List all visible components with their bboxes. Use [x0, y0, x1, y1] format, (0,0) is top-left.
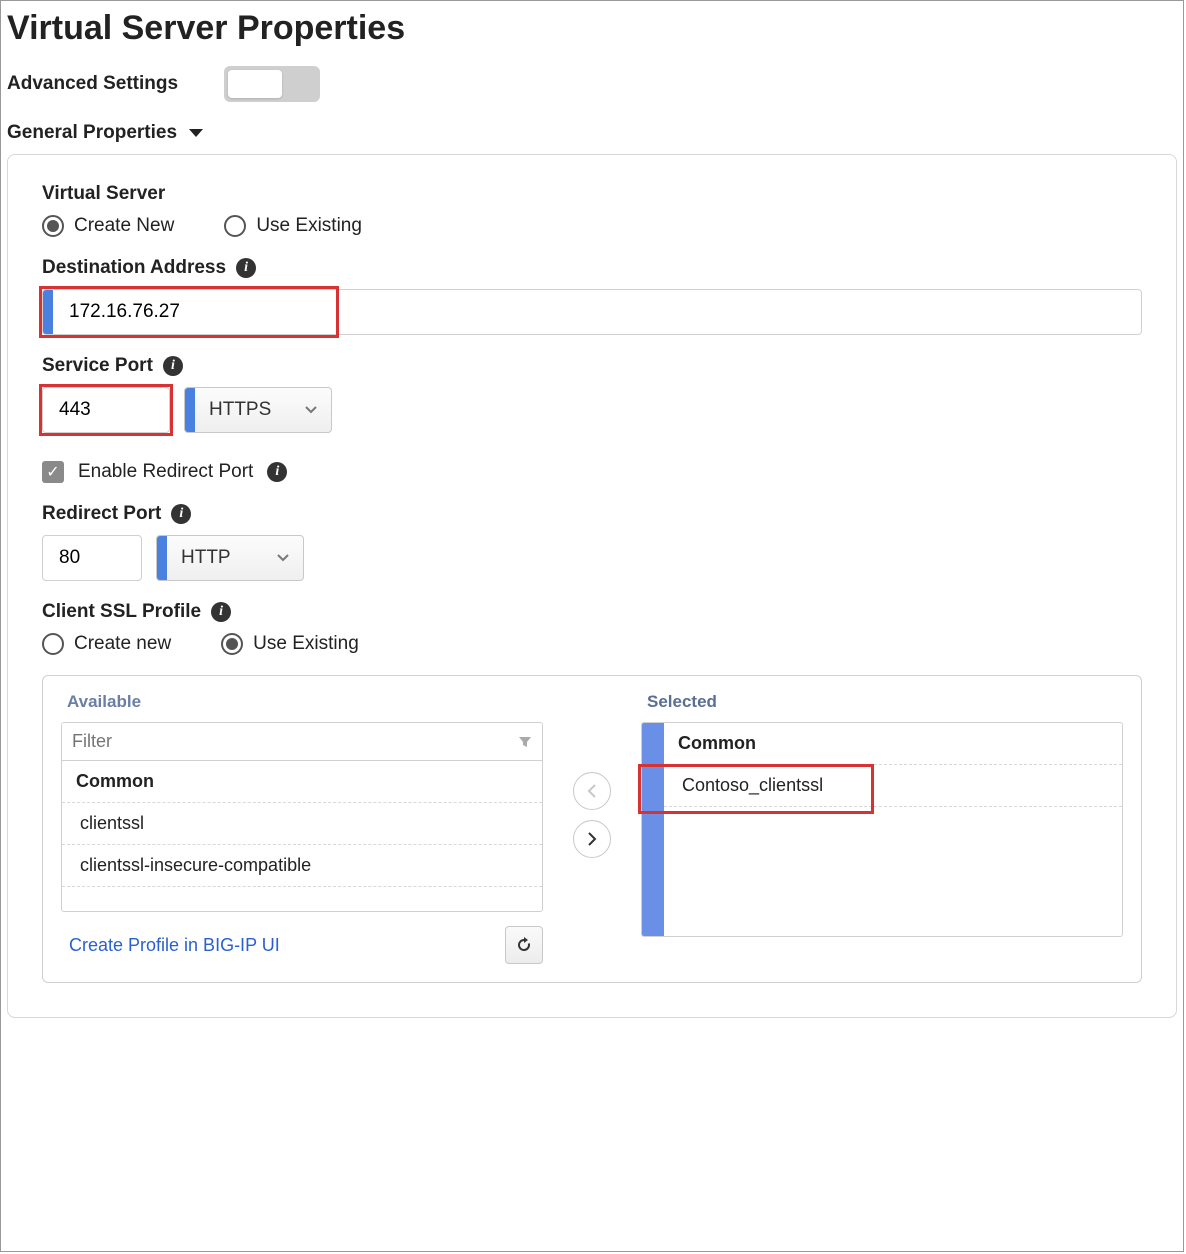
enable-redirect-checkbox[interactable]: ✓ [42, 461, 64, 483]
info-icon[interactable]: i [163, 356, 183, 376]
info-icon[interactable]: i [267, 462, 287, 482]
list-group-header: Common [664, 723, 1122, 765]
client-ssl-profile-label: Client SSL Profile [42, 601, 201, 623]
page-title: Virtual Server Properties [7, 9, 1183, 48]
destination-address-input[interactable] [53, 290, 1141, 334]
available-header: Available [67, 692, 543, 712]
general-properties-panel: Virtual Server Create New Use Existing D… [7, 154, 1177, 1018]
service-port-protocol-select[interactable]: HTTPS [184, 387, 332, 433]
radio-label: Create new [74, 633, 171, 655]
radio-create-new-vs[interactable]: Create New [42, 215, 174, 237]
selected-list-box: Common Contoso_clientssl [641, 722, 1123, 937]
redirect-port-input-wrap [42, 535, 142, 581]
info-icon[interactable]: i [211, 602, 231, 622]
list-group-header: Common [62, 761, 542, 803]
redirect-port-label: Redirect Port [42, 503, 161, 525]
enable-redirect-label: Enable Redirect Port [78, 461, 253, 483]
chevron-down-icon [291, 406, 331, 414]
list-item[interactable]: clientssl-insecure-compatible [62, 845, 542, 887]
radio-icon [42, 633, 64, 655]
selected-header: Selected [647, 692, 1123, 712]
select-value: HTTPS [195, 399, 291, 421]
available-list-box: Common clientssl clientssl-insecure-comp… [61, 722, 543, 912]
redirect-port-input[interactable] [43, 536, 142, 580]
list-item[interactable]: Contoso_clientssl [664, 765, 1122, 807]
info-icon[interactable]: i [236, 258, 256, 278]
radio-create-new-ssl[interactable]: Create new [42, 633, 171, 655]
radio-label: Use Existing [256, 215, 362, 237]
chevron-down-icon [263, 554, 303, 562]
radio-icon [224, 215, 246, 237]
destination-address-label: Destination Address [42, 257, 226, 279]
create-profile-link[interactable]: Create Profile in BIG-IP UI [69, 935, 280, 956]
section-title: General Properties [7, 122, 177, 144]
radio-label: Use Existing [253, 633, 359, 655]
available-list[interactable]: Common clientssl clientssl-insecure-comp… [62, 761, 542, 911]
radio-use-existing-vs[interactable]: Use Existing [224, 215, 362, 237]
ssl-profile-dual-list: Available Common clientssl clientssl-ins… [42, 675, 1142, 983]
filter-icon[interactable] [508, 735, 542, 749]
info-icon[interactable]: i [171, 504, 191, 524]
move-left-button[interactable] [573, 772, 611, 810]
list-item[interactable]: clientssl [62, 803, 542, 845]
service-port-label: Service Port [42, 355, 153, 377]
service-port-input-wrap [42, 387, 170, 433]
destination-address-input-wrap [42, 289, 1142, 335]
general-properties-header[interactable]: General Properties [7, 122, 1183, 144]
radio-use-existing-ssl[interactable]: Use Existing [221, 633, 359, 655]
virtual-server-label: Virtual Server [42, 183, 1142, 205]
radio-icon [221, 633, 243, 655]
filter-input[interactable] [62, 723, 508, 760]
selected-list[interactable]: Common Contoso_clientssl [664, 723, 1122, 936]
radio-label: Create New [74, 215, 174, 237]
chevron-down-icon [189, 129, 203, 137]
move-right-button[interactable] [573, 820, 611, 858]
service-port-input[interactable] [43, 388, 170, 432]
advanced-settings-label: Advanced Settings [7, 73, 178, 95]
refresh-button[interactable] [505, 926, 543, 964]
select-value: HTTP [167, 547, 263, 569]
redirect-port-protocol-select[interactable]: HTTP [156, 535, 304, 581]
advanced-settings-toggle[interactable] [224, 66, 320, 102]
radio-icon [42, 215, 64, 237]
